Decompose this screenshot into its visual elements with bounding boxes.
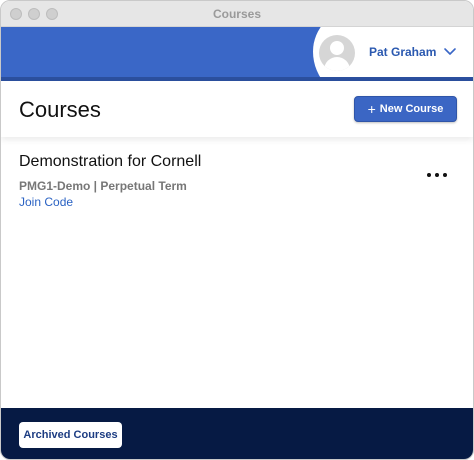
page-header: Courses + New Course	[1, 81, 473, 137]
footer-bar: Archived Courses	[1, 408, 473, 459]
course-meta: PMG1-Demo | Perpetual Term	[19, 179, 187, 193]
app-window: Courses Pat Graham Courses + New Course …	[0, 0, 474, 460]
user-avatar-icon[interactable]	[319, 35, 355, 71]
page-title: Courses	[19, 97, 101, 122]
new-course-button[interactable]: + New Course	[354, 96, 457, 122]
chevron-down-icon[interactable]	[441, 42, 459, 60]
new-course-label: New Course	[379, 103, 444, 115]
plus-icon: +	[367, 101, 376, 117]
course-title[interactable]: Demonstration for Cornell	[19, 153, 201, 171]
window-title: Courses	[212, 7, 262, 21]
title-bar: Courses	[1, 1, 473, 27]
join-code-link[interactable]: Join Code	[19, 195, 73, 209]
user-name[interactable]: Pat Graham	[369, 45, 436, 59]
ellipsis-icon[interactable]	[427, 167, 447, 183]
archived-courses-button[interactable]: Archived Courses	[19, 422, 122, 448]
